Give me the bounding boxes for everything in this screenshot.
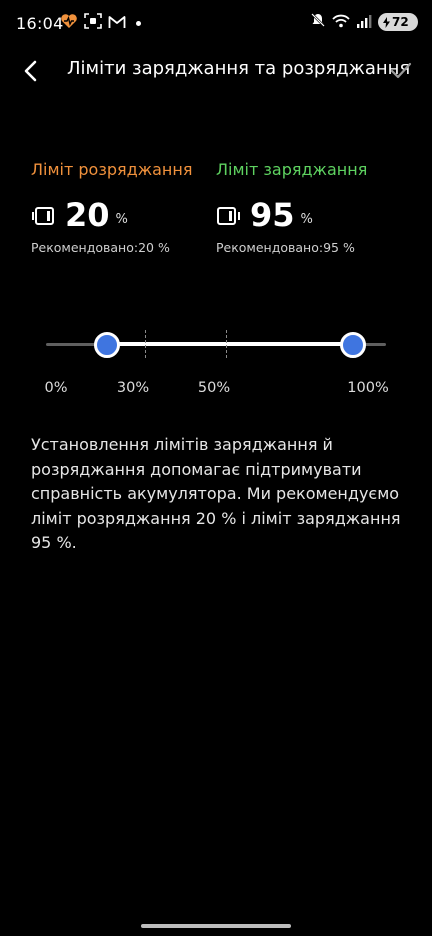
charge-recommended: Рекомендовано:95 % (216, 240, 355, 255)
scale-label-0: 0% (44, 380, 68, 396)
slider-scale: 0% 30% 50% 100% (0, 380, 432, 400)
discharge-limit: Ліміт розряджання 20 % Рекомендовано:20 … (31, 160, 192, 255)
back-arrow-icon (24, 60, 37, 82)
status-left-icons (60, 13, 141, 33)
scale-label-30: 30% (116, 380, 150, 396)
heart-alert-icon (60, 13, 78, 33)
notification-dot-icon (136, 20, 141, 26)
charge-limit: Ліміт заряджання 95 % Рекомендовано:95 % (216, 160, 367, 255)
limits-description: Установлення лімітів заряджання й розряд… (31, 435, 401, 552)
battery-level: 72 (392, 15, 409, 29)
battery-limits-screen: 16:04 72 Ліміти заряджання та розряджанн… (0, 0, 432, 936)
home-indicator (141, 924, 291, 928)
wifi-icon (332, 13, 350, 32)
scale-label-100: 100% (347, 380, 389, 396)
slider-marker-50 (226, 330, 227, 358)
slider-marker-30 (145, 330, 146, 358)
discharge-limit-value-row: 20 % (31, 196, 192, 232)
discharge-limit-unit: % (115, 212, 128, 227)
status-time: 16:04 (16, 14, 64, 33)
back-button[interactable] (14, 54, 48, 88)
battery-charging-icon: 72 (378, 13, 418, 31)
charge-limit-label: Ліміт заряджання (216, 160, 368, 179)
discharge-limit-label: Ліміт розряджання (31, 160, 193, 179)
confirm-button[interactable] (384, 54, 418, 88)
charge-limit-value: 95 (250, 196, 295, 234)
discharge-slider-thumb[interactable] (94, 332, 121, 358)
discharge-limit-value: 20 (65, 196, 110, 234)
status-bar: 16:04 72 (0, 0, 432, 48)
check-icon (390, 62, 412, 79)
header: Ліміти заряджання та розряджання (0, 48, 432, 92)
discharge-recommended: Рекомендовано:20 % (31, 240, 170, 255)
page-title: Ліміти заряджання та розряджання (67, 58, 411, 79)
status-right-icons: 72 (310, 12, 418, 32)
charge-limit-value-row: 95 % (216, 196, 367, 232)
limit-range-slider[interactable] (46, 326, 386, 362)
charge-slider-thumb[interactable] (339, 332, 366, 358)
screenshot-icon (84, 13, 102, 33)
battery-charge-icon (217, 207, 240, 225)
scale-label-50: 50% (197, 380, 231, 396)
gmail-icon (108, 14, 126, 33)
mute-icon (310, 12, 326, 32)
charge-limit-unit: % (300, 212, 313, 227)
signal-icon (356, 13, 372, 32)
battery-discharge-icon (32, 207, 54, 225)
